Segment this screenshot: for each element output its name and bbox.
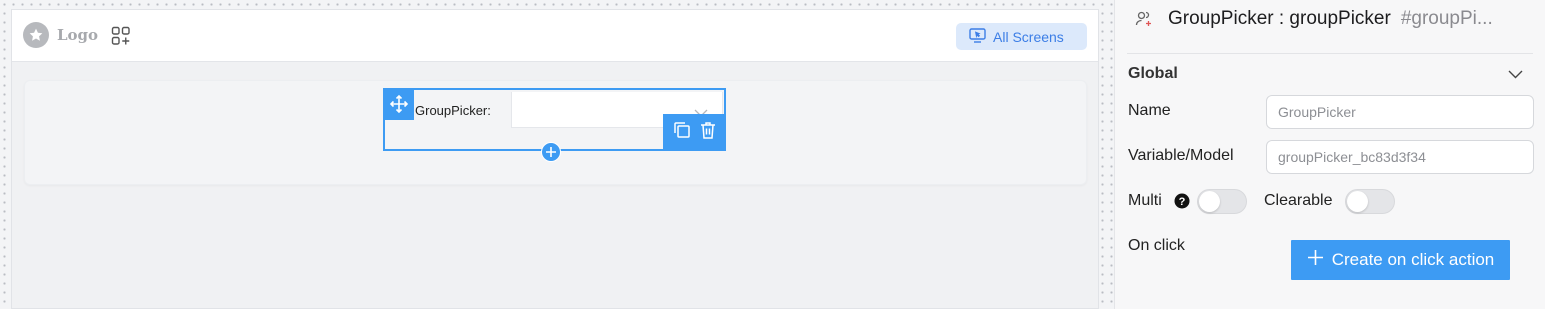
app-topbar: Logo All Screens bbox=[12, 10, 1098, 62]
component-action-bar bbox=[663, 114, 726, 150]
svg-text:?: ? bbox=[1179, 196, 1186, 208]
properties-panel: GroupPicker : groupPicker #groupPi... Glo… bbox=[1114, 0, 1545, 309]
logo-text: Logo bbox=[57, 26, 99, 44]
panel-header: GroupPicker : groupPicker #groupPi... bbox=[1115, 0, 1545, 40]
clearable-label: Clearable bbox=[1264, 192, 1333, 209]
selected-grouppicker-component[interactable]: GroupPicker: bbox=[383, 88, 726, 162]
on-click-label: On click bbox=[1128, 237, 1185, 254]
apps-add-icon[interactable] bbox=[111, 26, 131, 51]
design-canvas[interactable]: Logo All Screens GroupPicker: bbox=[0, 0, 1114, 309]
clearable-toggle-knob bbox=[1347, 191, 1368, 212]
help-icon[interactable]: ? bbox=[1174, 193, 1190, 214]
section-title-global[interactable]: Global bbox=[1128, 65, 1178, 83]
component-hash: #groupPi... bbox=[1400, 8, 1493, 29]
component-title: GroupPicker : groupPicker #groupPi... bbox=[1168, 8, 1528, 30]
component-name: GroupPicker : groupPicker bbox=[1168, 8, 1391, 29]
chevron-down-icon[interactable] bbox=[1508, 66, 1523, 84]
create-on-click-action-label: Create on click action bbox=[1331, 250, 1495, 269]
multi-toggle-knob bbox=[1199, 191, 1220, 212]
multi-toggle[interactable] bbox=[1197, 189, 1247, 214]
multi-label: Multi bbox=[1128, 192, 1162, 209]
variable-model-label: Variable/Model bbox=[1128, 147, 1234, 164]
plus-icon[interactable] bbox=[541, 142, 561, 162]
grouppicker-label: GroupPicker: bbox=[415, 103, 491, 118]
panel-divider bbox=[1127, 53, 1533, 54]
move-icon[interactable] bbox=[383, 88, 414, 120]
screen-cursor-icon bbox=[969, 27, 986, 46]
name-input[interactable]: GroupPicker bbox=[1266, 95, 1534, 129]
variable-model-input[interactable]: groupPicker_bc83d3f34 bbox=[1266, 140, 1534, 174]
copy-icon[interactable] bbox=[673, 121, 691, 144]
create-on-click-action-button[interactable]: Create on click action bbox=[1291, 240, 1510, 280]
all-screens-button[interactable]: All Screens bbox=[956, 23, 1087, 50]
screen-preview[interactable]: Logo All Screens GroupPicker: bbox=[11, 9, 1099, 309]
plus-icon bbox=[1307, 249, 1324, 271]
all-screens-label: All Screens bbox=[993, 28, 1064, 45]
name-label: Name bbox=[1128, 102, 1171, 119]
trash-icon[interactable] bbox=[700, 121, 716, 144]
star-icon bbox=[23, 22, 49, 48]
clearable-toggle[interactable] bbox=[1345, 189, 1395, 214]
users-add-icon bbox=[1135, 10, 1153, 33]
